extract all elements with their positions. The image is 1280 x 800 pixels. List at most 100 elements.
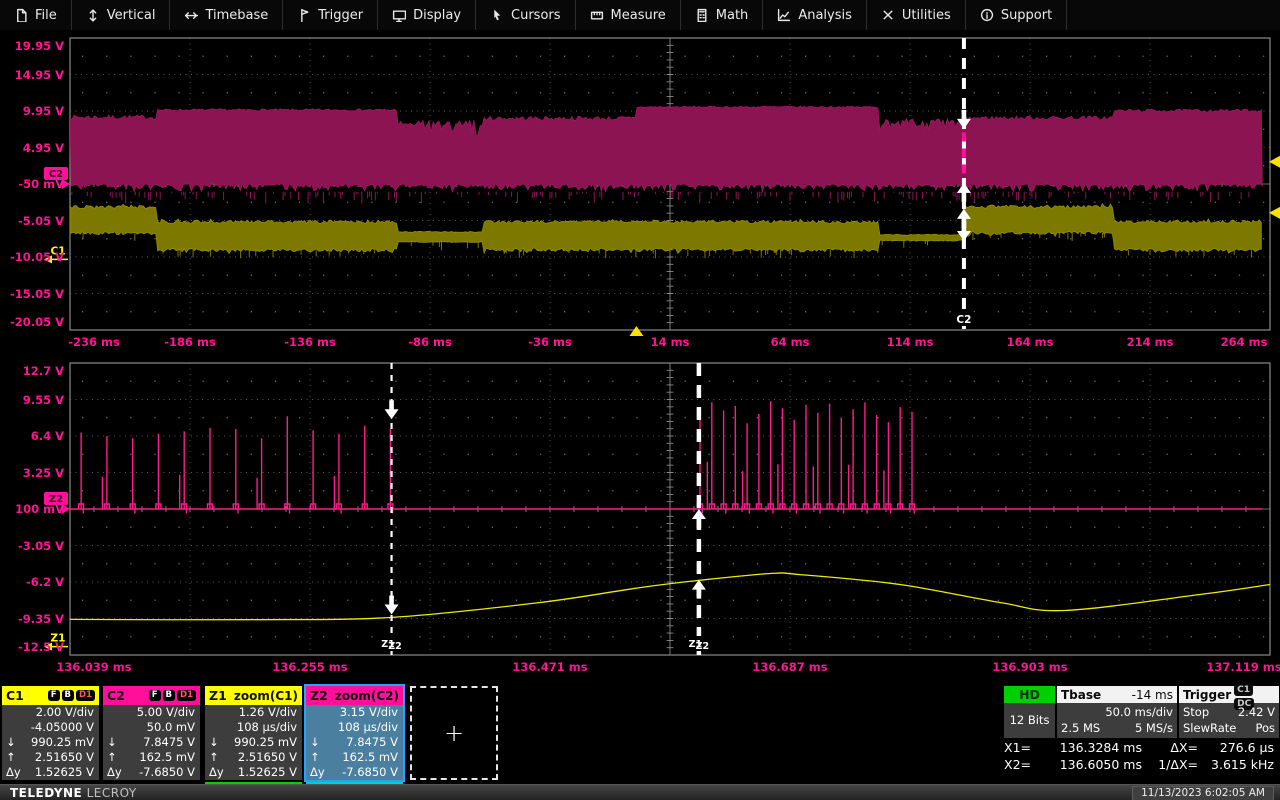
tbase-title: Tbase (1061, 688, 1101, 702)
svg-text:Z2: Z2 (696, 641, 710, 652)
menu-label: Utilities (902, 8, 951, 23)
menu-support[interactable]: Support (966, 0, 1067, 30)
cursor-readout: X1= 136.3284 ms ΔX= 276.6 µs X2= 136.605… (1004, 739, 1278, 773)
display-monitor-icon (392, 8, 406, 22)
cursor-label: C2 (956, 314, 971, 326)
main-x-tick: 114 ms (865, 335, 955, 349)
oscilloscope-screen: File Vertical Timebase Trigger Display C… (0, 0, 1280, 800)
zoom-x-tick: 136.255 ms (265, 660, 355, 674)
descriptor-id: Z2 (310, 688, 328, 703)
main-grid-traces (70, 106, 1262, 258)
trigger-level: 2.42 V (1238, 704, 1275, 720)
channel-descriptor-c2[interactable]: C2FBD15.00 V/div50.0 mV↓7.8475 V↑162.5 m… (103, 686, 200, 780)
zoom-x-tick: 136.039 ms (49, 660, 139, 674)
edge-marker (1269, 156, 1280, 168)
menu-timebase[interactable]: Timebase (170, 0, 283, 30)
menu-utilities[interactable]: Utilities (867, 0, 966, 30)
main-x-tick: -236 ms (49, 335, 139, 349)
menu-display[interactable]: Display (378, 0, 476, 30)
zoom-y-tick: 3.25 V (0, 466, 64, 480)
tbase-rate: 5 MS/s (1135, 720, 1173, 736)
descriptor-values: 3.15 V/div108 µs/div↓7.8475 V↑162.5 mVΔy… (306, 705, 403, 780)
badge-d1: D1 (177, 690, 196, 701)
clock: 11/13/2023 6:02:05 AM (1132, 786, 1274, 800)
taskbar: TELEDYNE LECROY 11/13/2023 6:02:05 AM (0, 784, 1280, 800)
zoom-descriptor-z2[interactable]: Z2zoom(C2)3.15 V/div108 µs/div↓7.8475 V↑… (306, 686, 403, 780)
menu-math[interactable]: Math (681, 0, 764, 30)
main-y-tick: -20.05 V (0, 315, 64, 329)
trigger-title: Trigger (1183, 688, 1231, 702)
zoom-x-tick: 136.687 ms (745, 660, 835, 674)
trigger-flag-icon (297, 8, 311, 22)
badge-b: B (62, 690, 74, 701)
trigger-slope: Pos (1255, 720, 1275, 736)
zoom-y-tick: -9.35 V (0, 612, 64, 626)
menu-label: Measure (611, 8, 666, 23)
zoom-source-label: zoom(C1) (234, 689, 298, 703)
zoom-y-tick: 12.7 V (0, 364, 64, 378)
invdx-value: 3.615 kHz (1198, 756, 1274, 773)
main-x-tick: 214 ms (1105, 335, 1195, 349)
menu-vertical[interactable]: Vertical (72, 0, 171, 30)
brand-logo: TELEDYNE LECROY (10, 786, 137, 800)
descriptor-id: Z1 (209, 688, 227, 703)
x1-value: 136.3284 ms (1044, 739, 1142, 756)
zoom-y-tick: -12.5 V (0, 640, 64, 654)
hd-resolution-box[interactable]: HD 12 Bits (1004, 686, 1055, 738)
timebase-summary-box[interactable]: Tbase -14 ms 50.0 ms/div 2.5 MS 5 MS/s (1057, 686, 1177, 738)
menubar: File Vertical Timebase Trigger Display C… (0, 0, 1280, 31)
trigger-mode: Stop (1183, 704, 1209, 720)
main-y-tick: 19.95 V (0, 39, 64, 53)
main-x-tick: 164 ms (985, 335, 1075, 349)
menu-label: Cursors (511, 8, 561, 23)
menu-analysis[interactable]: Analysis (763, 0, 867, 30)
menu-label: Trigger (318, 8, 363, 23)
main-y-tick: 4.95 V (0, 141, 64, 155)
trigger-summary-box[interactable]: Trigger C1 DC Stop 2.42 V SlewRate Pos (1179, 686, 1279, 738)
tbase-delay: -14 ms (1132, 688, 1173, 702)
file-icon (14, 8, 28, 22)
main-y-tick: 9.95 V (0, 104, 64, 118)
badge-d1: D1 (76, 690, 95, 701)
main-y-tick: -15.05 V (0, 287, 64, 301)
main-x-tick: -136 ms (265, 335, 355, 349)
zoom-descriptor-z1[interactable]: Z1 zoom(C1) 1.26 V/div108 µs/div↓990.25 mV… (205, 686, 302, 780)
channel-descriptor-c1[interactable]: C1FBD12.00 V/div-4.05000 V↓990.25 mV↑2.5… (2, 686, 99, 780)
measure-ruler-icon (590, 8, 604, 22)
info-icon (980, 8, 994, 22)
menu-measure[interactable]: Measure (576, 0, 681, 30)
horizontal-arrows-icon (184, 8, 198, 22)
tbase-scale: 50.0 ms/div (1105, 704, 1173, 720)
zoom-y-tick: 6.4 V (0, 429, 64, 443)
menu-trigger[interactable]: Trigger (283, 0, 378, 30)
main-x-tick: -36 ms (505, 335, 595, 349)
scope-display[interactable]: C2Z1Z2Z1Z2C2C1Z2Z1 19.95 V14.95 V9.95 V4… (0, 30, 1280, 683)
utilities-tools-icon (881, 8, 895, 22)
trigger-type: SlewRate (1183, 720, 1236, 736)
descriptor-values: 1.26 V/div108 µs/div↓990.25 mV↑2.51650 V… (205, 705, 302, 780)
badge-f: F (149, 690, 161, 701)
hd-title: HD (1004, 686, 1055, 703)
main-y-tick: -5.05 V (0, 214, 64, 228)
main-y-tick: -50 mV (0, 177, 64, 191)
descriptor-id: C2 (107, 688, 125, 703)
menu-file[interactable]: File (0, 0, 72, 30)
descriptor-values: 5.00 V/div50.0 mV↓7.8475 V↑162.5 mVΔy-7.… (103, 705, 200, 780)
zoom-y-tick: 9.55 V (0, 393, 64, 407)
menu-cursors[interactable]: Cursors (476, 0, 576, 30)
svg-text:Z2: Z2 (388, 641, 402, 652)
menu-label: Vertical (107, 8, 156, 23)
main-x-tick: -186 ms (145, 335, 235, 349)
badge-f: F (48, 690, 60, 701)
main-x-tick: -86 ms (385, 335, 475, 349)
main-x-tick: 264 ms (1199, 335, 1280, 349)
zoom-y-tick: -3.05 V (0, 539, 64, 553)
menu-label: Analysis (798, 8, 852, 23)
hd-bits: 12 Bits (1004, 703, 1055, 737)
add-trace-button[interactable]: + (410, 686, 498, 780)
waveform-display[interactable]: C2Z1Z2Z1Z2C2C1Z2Z1 (0, 30, 1280, 683)
menu-label: Support (1001, 8, 1052, 23)
analysis-chart-icon (777, 8, 791, 22)
zoom-y-tick: -6.2 V (0, 575, 64, 589)
dx-value: 276.6 µs (1198, 739, 1274, 756)
